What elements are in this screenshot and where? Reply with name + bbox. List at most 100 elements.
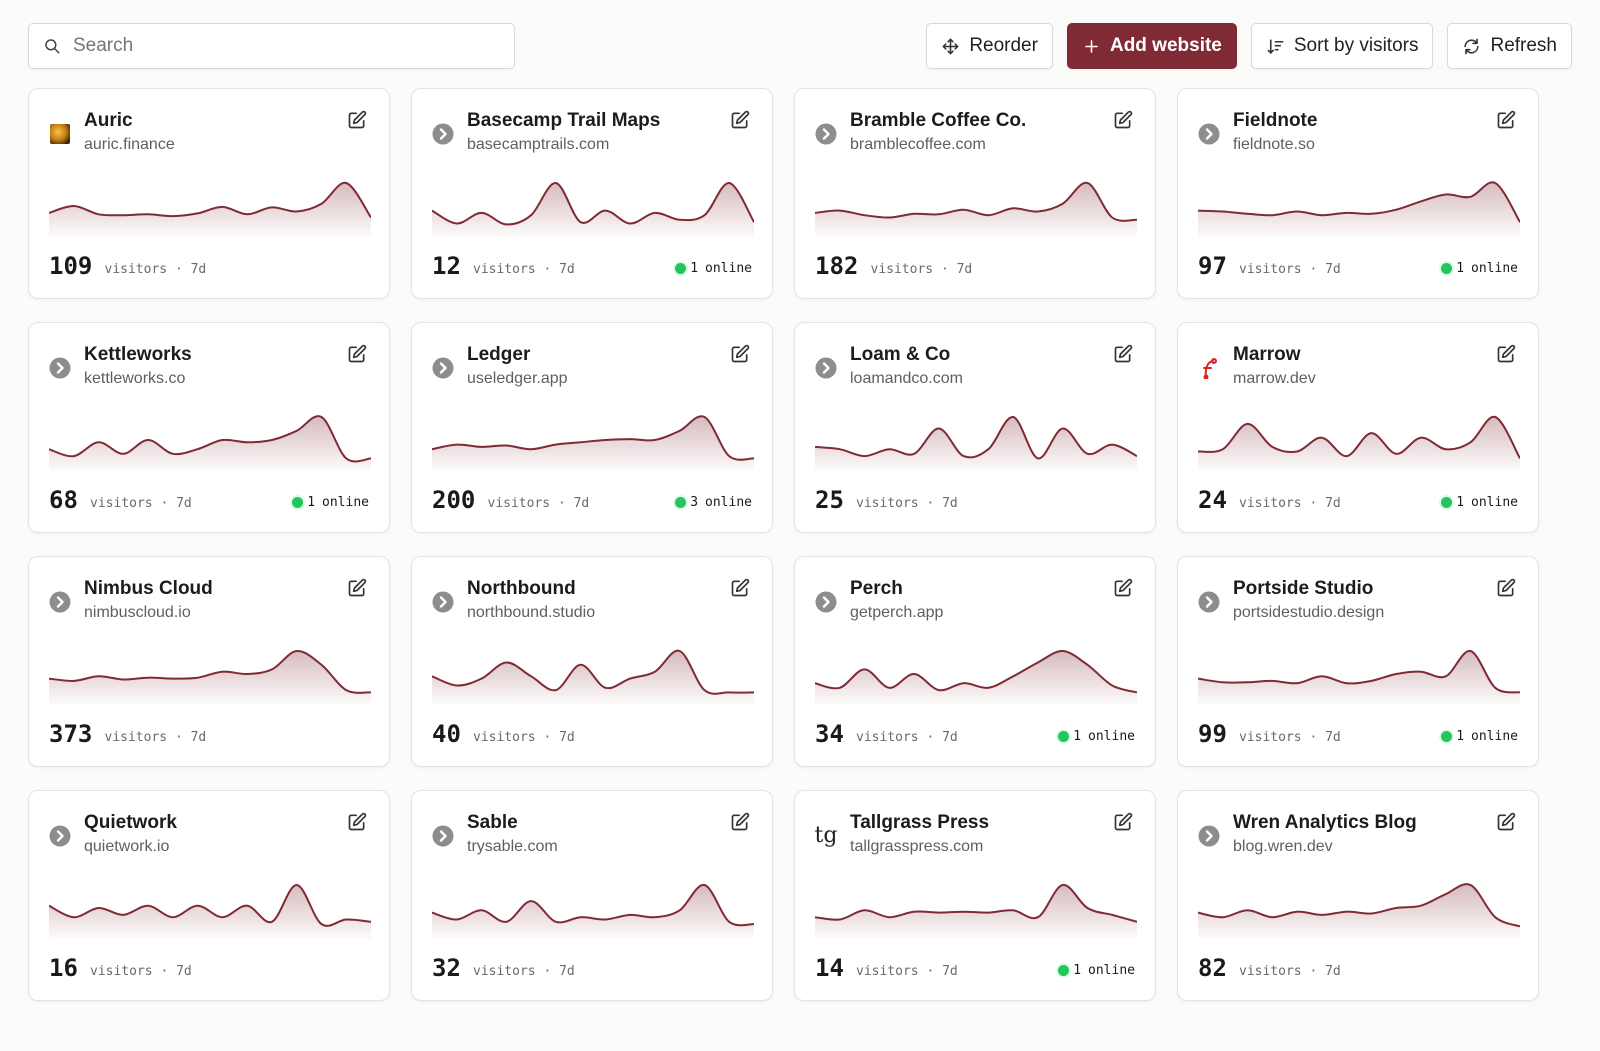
- visitor-sparkline: [1198, 415, 1520, 471]
- edit-icon[interactable]: [730, 812, 750, 832]
- website-card[interactable]: Perch getperch.app 34 visitors · 7d 1 online: [794, 556, 1156, 767]
- edit-icon[interactable]: [347, 812, 367, 832]
- site-name[interactable]: Northbound: [467, 578, 576, 600]
- site-name[interactable]: Wren Analytics Blog: [1233, 812, 1417, 834]
- site-name[interactable]: Marrow: [1233, 344, 1301, 366]
- edit-icon[interactable]: [347, 344, 367, 364]
- site-name[interactable]: Tallgrass Press: [850, 812, 989, 834]
- refresh-label: Refresh: [1490, 35, 1557, 56]
- online-dot-icon: [675, 263, 687, 274]
- edit-icon[interactable]: [1496, 578, 1516, 598]
- visitor-period-label: visitors · 7d: [1239, 730, 1341, 745]
- website-card[interactable]: Kettleworks kettleworks.co 68 visitors · 7d…: [28, 322, 390, 533]
- website-card[interactable]: Northbound northbound.studio 40 visitors · …: [411, 556, 773, 767]
- visitor-count: 200: [432, 486, 476, 514]
- edit-icon[interactable]: [1113, 578, 1133, 598]
- visitor-count: 373: [49, 720, 93, 748]
- site-domain: northbound.studio: [467, 604, 596, 621]
- website-card[interactable]: Nimbus Cloud nimbuscloud.io 373 visitors · …: [28, 556, 390, 767]
- online-dot-icon: [1058, 965, 1070, 976]
- sparkline-area: [1198, 182, 1520, 237]
- sparkline-area: [49, 650, 371, 705]
- site-name[interactable]: Bramble Coffee Co.: [850, 110, 1026, 132]
- website-card[interactable]: Loam & Co loamandco.com 25 visitors · 7d: [794, 322, 1156, 533]
- visitor-period-label: visitors · 7d: [856, 964, 958, 979]
- site-name[interactable]: Nimbus Cloud: [84, 578, 213, 600]
- visitor-period-label: visitors · 7d: [487, 496, 590, 511]
- plus-icon: [1085, 39, 1098, 53]
- default-favicon-icon: [432, 123, 454, 145]
- website-card[interactable]: Portside Studio portsidestudio.design 99 vi…: [1177, 556, 1539, 767]
- online-count: 1: [1456, 495, 1465, 510]
- sparkline-area: [432, 650, 754, 705]
- site-name[interactable]: Sable: [467, 812, 518, 834]
- website-card[interactable]: Basecamp Trail Maps basecamptrails.com 12 v…: [411, 88, 773, 299]
- edit-icon[interactable]: [1113, 344, 1133, 364]
- sparkline-area: [432, 416, 754, 471]
- website-card[interactable]: Quietwork quietwork.io 16 visitors · 7d: [28, 790, 390, 1001]
- website-card[interactable]: Wren Analytics Blog blog.wren.dev 82 visito…: [1177, 790, 1539, 1001]
- site-domain: getperch.app: [850, 604, 944, 621]
- site-name[interactable]: Portside Studio: [1233, 578, 1373, 600]
- online-dot-icon: [675, 497, 687, 508]
- visitor-period-label: visitors · 7d: [473, 964, 575, 979]
- site-name[interactable]: Loam & Co: [850, 344, 950, 366]
- online-badge: 1 online: [1441, 495, 1518, 510]
- sort-button[interactable]: Sort by visitors: [1250, 23, 1434, 69]
- edit-icon[interactable]: [730, 344, 750, 364]
- visitor-period-label: visitors · 7d: [473, 730, 575, 745]
- online-count: 1: [1456, 261, 1465, 276]
- sparkline-area: [432, 884, 754, 939]
- edit-icon[interactable]: [1496, 344, 1516, 364]
- website-card[interactable]: Ledger useledger.app 200 visitors · 7d 3 onli…: [411, 322, 773, 533]
- site-domain: loamandco.com: [850, 370, 963, 387]
- site-domain: blog.wren.dev: [1233, 838, 1333, 855]
- site-domain: kettleworks.co: [84, 370, 186, 387]
- visitor-sparkline: [815, 649, 1137, 705]
- visitor-count: 24: [1198, 486, 1227, 514]
- website-card[interactable]: Auric auric.finance 109 visitors · 7d: [28, 88, 390, 299]
- edit-icon[interactable]: [1113, 110, 1133, 130]
- search-input[interactable]: [73, 35, 473, 57]
- edit-icon[interactable]: [1496, 812, 1516, 832]
- online-dot-icon: [1441, 497, 1453, 508]
- edit-icon[interactable]: [730, 110, 750, 130]
- default-favicon-icon: [1198, 123, 1220, 145]
- online-count: 1: [1456, 729, 1465, 744]
- search-icon: [45, 39, 60, 54]
- visitor-sparkline: [49, 181, 371, 237]
- edit-icon[interactable]: [730, 578, 750, 598]
- online-dot-icon: [1058, 731, 1070, 742]
- website-card[interactable]: Marrow marrow.dev 24 visitors · 7d 1 online: [1177, 322, 1539, 533]
- site-name[interactable]: Perch: [850, 578, 903, 600]
- website-card[interactable]: Fieldnote fieldnote.so 97 visitors · 7d 1 onl…: [1177, 88, 1539, 299]
- site-name[interactable]: Ledger: [467, 344, 530, 366]
- online-count: 1: [1073, 963, 1082, 978]
- visitor-sparkline: [432, 883, 754, 939]
- add-website-button[interactable]: Add website: [1066, 23, 1237, 69]
- visitor-count: 182: [815, 252, 859, 280]
- edit-icon[interactable]: [1113, 812, 1133, 832]
- sparkline-line: [815, 416, 1137, 460]
- edit-icon[interactable]: [347, 578, 367, 598]
- site-name[interactable]: Auric: [84, 110, 133, 132]
- visitor-sparkline: [49, 883, 371, 939]
- site-name[interactable]: Basecamp Trail Maps: [467, 110, 660, 132]
- tg-logo-icon: tg: [814, 823, 838, 848]
- site-name[interactable]: Kettleworks: [84, 344, 192, 366]
- edit-icon[interactable]: [347, 110, 367, 130]
- website-card[interactable]: tg Tallgrass Press tallgrasspress.com 14 vis…: [794, 790, 1156, 1001]
- reorder-button[interactable]: Reorder: [926, 23, 1053, 69]
- refresh-button[interactable]: Refresh: [1447, 23, 1572, 69]
- website-card[interactable]: Sable trysable.com 32 visitors · 7d: [411, 790, 773, 1001]
- edit-icon[interactable]: [1496, 110, 1516, 130]
- website-card[interactable]: Bramble Coffee Co. bramblecoffee.com 182 vi…: [794, 88, 1156, 299]
- visitor-count: 99: [1198, 720, 1227, 748]
- site-domain: tallgrasspress.com: [850, 838, 984, 855]
- search-box[interactable]: [28, 23, 515, 69]
- visitor-count: 97: [1198, 252, 1227, 280]
- site-name[interactable]: Quietwork: [84, 812, 177, 834]
- site-name[interactable]: Fieldnote: [1233, 110, 1317, 132]
- online-badge: 1 online: [292, 495, 369, 510]
- reorder-label: Reorder: [969, 35, 1038, 56]
